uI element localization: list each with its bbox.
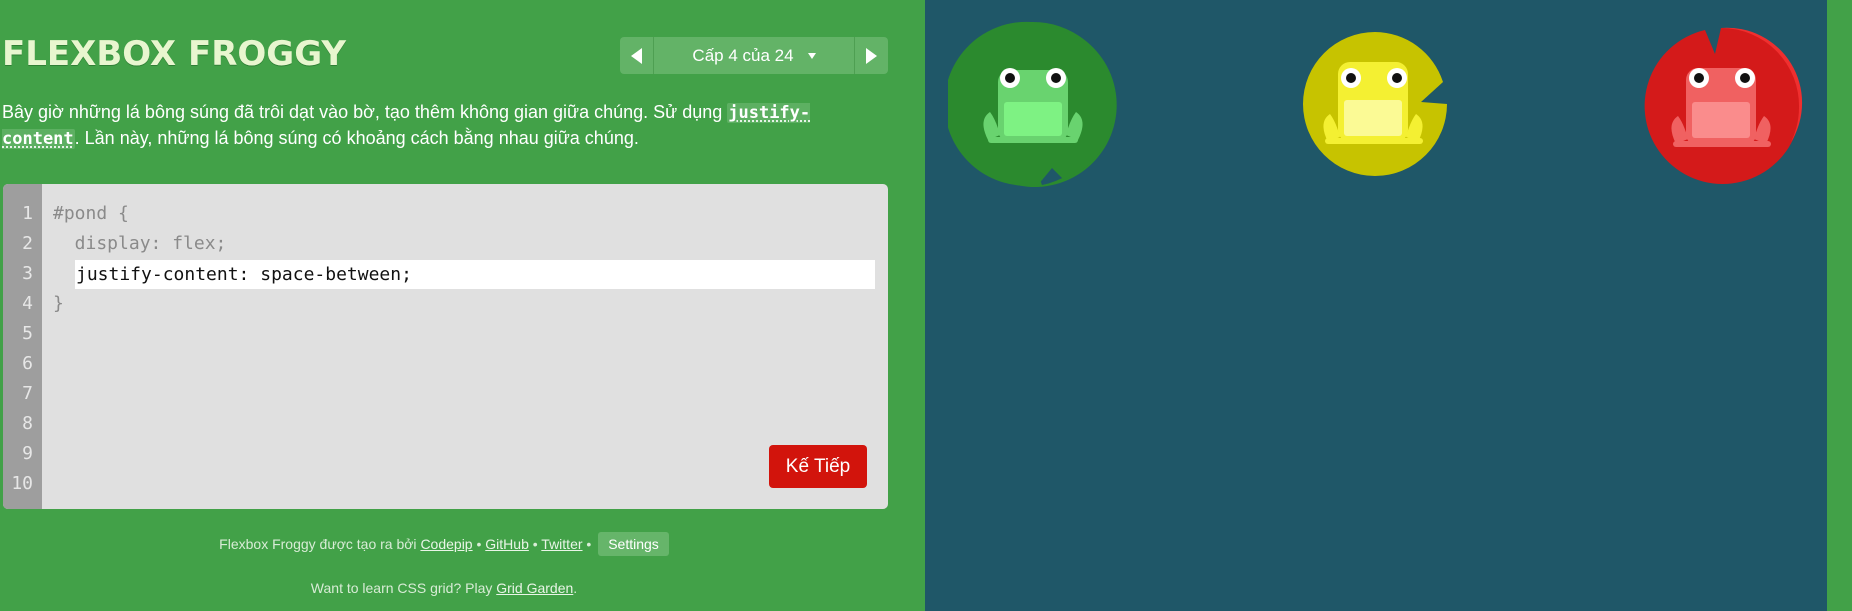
code-line-display: display: flex;: [53, 233, 227, 254]
css-editor: 1 2 3 4 5 6 7 8 9 10 #pond { display: fl…: [3, 184, 888, 509]
separator: •: [472, 536, 486, 552]
grid-suffix: .: [573, 580, 578, 596]
line-number: 5: [22, 323, 33, 344]
next-level-arrow-button[interactable]: [854, 37, 888, 74]
code-line-input-row: [53, 259, 876, 289]
line-number: 8: [22, 413, 33, 434]
twitter-link[interactable]: Twitter: [541, 536, 582, 552]
line-numbers: 1 2 3 4 5 6 7 8 9 10: [3, 184, 42, 509]
line-number: 4: [22, 293, 33, 314]
line-number: 2: [22, 233, 33, 254]
sidebar: FLEXBOX FROGGY Cấp 4 của 24 Bây giờ nhữn…: [0, 0, 925, 611]
line-number: 9: [22, 443, 33, 464]
lilypad-red: [1644, 27, 1803, 184]
github-link[interactable]: GitHub: [485, 536, 529, 552]
next-button[interactable]: Kế Tiếp: [769, 445, 867, 488]
pond: [925, 0, 1827, 611]
game-title: FLEXBOX FROGGY: [2, 34, 346, 74]
instructions-text-2: . Lần này, những lá bông súng có khoảng …: [74, 128, 639, 148]
right-edge-strip: [1827, 0, 1852, 611]
credit-prefix: Flexbox Froggy được tạo ra bởi: [219, 536, 421, 552]
line-number: 10: [11, 473, 33, 494]
separator: •: [528, 536, 542, 552]
grid-prefix: Want to learn CSS grid? Play: [310, 580, 497, 596]
footer-grid-promo: Want to learn CSS grid? Play Grid Garden…: [0, 580, 888, 596]
code-line-selector: #pond {: [53, 203, 129, 224]
arrow-left-icon: [631, 47, 642, 64]
footer-credits: Flexbox Froggy được tạo ra bởi Codepip •…: [0, 532, 888, 556]
level-indicator[interactable]: Cấp 4 của 24: [654, 37, 854, 74]
line-number: 1: [22, 203, 33, 224]
caret-down-icon: [807, 52, 816, 59]
separator: •: [582, 536, 596, 552]
level-label: Cấp 4 của 24: [692, 45, 794, 65]
instructions-text-1: Bây giờ những lá bông súng đã trôi dạt v…: [2, 102, 728, 122]
code-line-close: }: [53, 293, 64, 314]
css-code-input[interactable]: [75, 260, 875, 289]
line-number: 7: [22, 383, 33, 404]
level-instructions: Bây giờ những lá bông súng đã trôi dạt v…: [2, 100, 882, 152]
settings-button[interactable]: Settings: [598, 532, 669, 556]
lilypad-yellow: [1303, 32, 1447, 176]
codepip-link[interactable]: Codepip: [420, 536, 472, 552]
level-navigation: Cấp 4 của 24: [620, 37, 888, 74]
line-number: 6: [22, 353, 33, 374]
previous-level-button[interactable]: [620, 37, 654, 74]
line-number: 3: [22, 263, 33, 284]
code-area: #pond { display: flex; }: [53, 199, 876, 319]
arrow-right-icon: [866, 47, 877, 64]
lilypad-green: [948, 21, 1117, 187]
grid-garden-link[interactable]: Grid Garden: [496, 580, 573, 596]
